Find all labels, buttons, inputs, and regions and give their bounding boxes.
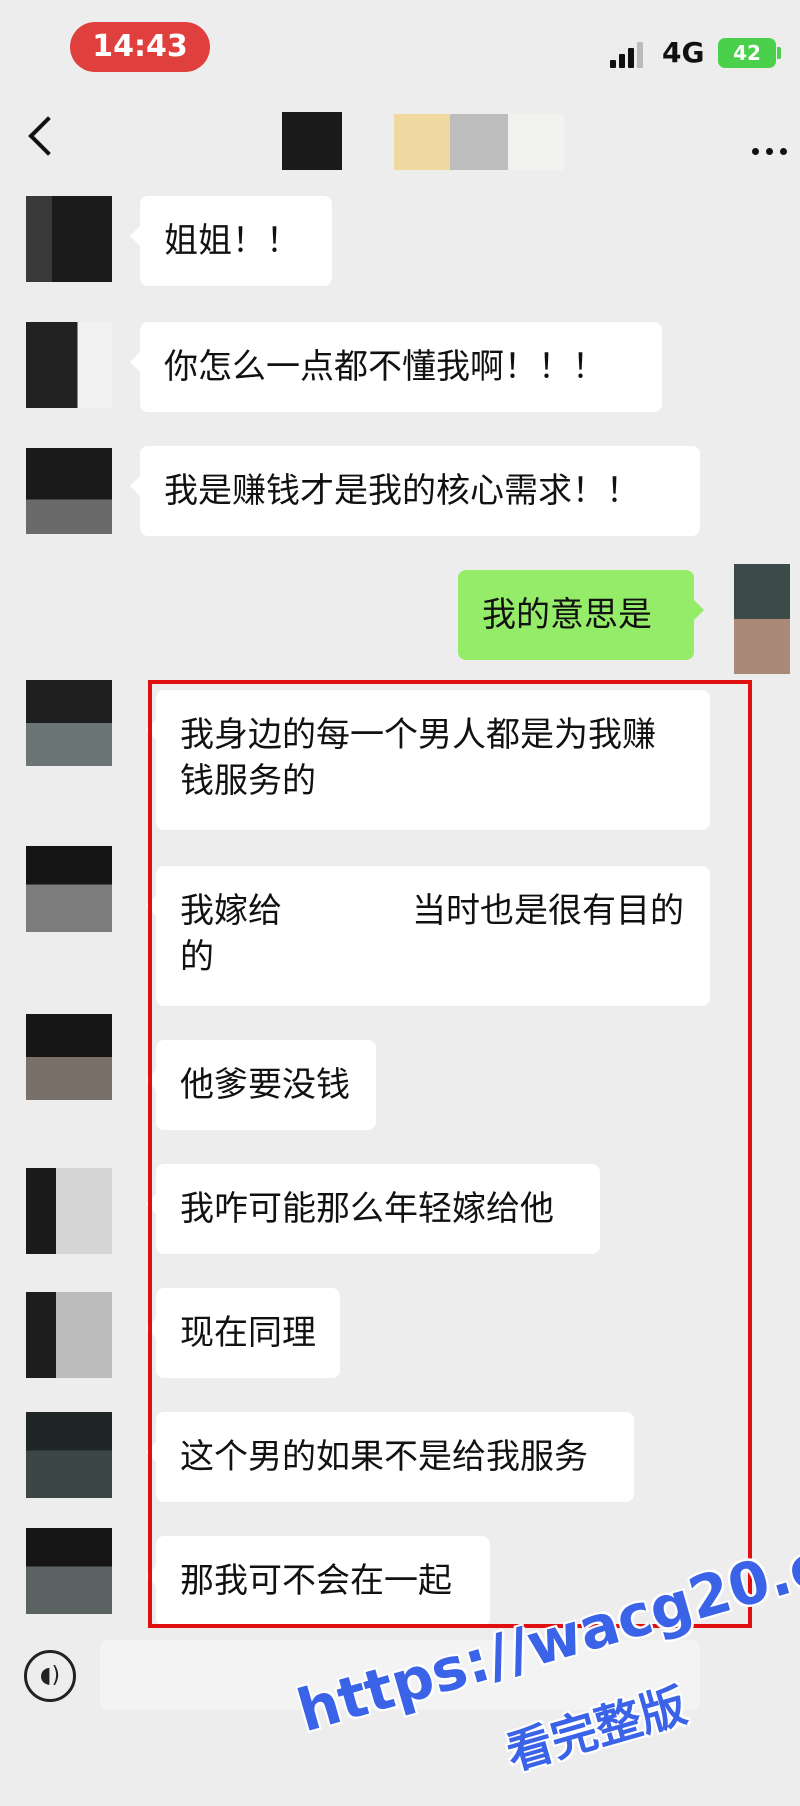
avatar[interactable]	[26, 1412, 112, 1498]
avatar[interactable]	[26, 448, 112, 534]
status-time: 14:43	[70, 22, 210, 72]
avatar[interactable]	[26, 680, 112, 766]
contact-name-redacted-3	[450, 114, 508, 170]
avatar[interactable]	[734, 564, 790, 674]
contact-name-redacted-4	[508, 114, 564, 170]
avatar[interactable]	[26, 846, 112, 932]
signal-icon	[610, 40, 650, 68]
avatar[interactable]	[26, 1528, 112, 1614]
message-bubble[interactable]: 你怎么一点都不懂我啊！！！	[130, 322, 662, 412]
contact-name-redacted-2	[394, 114, 450, 170]
message-bubble[interactable]: 我是赚钱才是我的核心需求！！	[130, 446, 700, 536]
more-icon[interactable]	[752, 140, 794, 159]
avatar[interactable]	[26, 196, 112, 282]
battery-icon: 42	[718, 38, 776, 68]
avatar[interactable]	[26, 1292, 112, 1378]
contact-name-redacted	[282, 112, 342, 170]
avatar[interactable]	[26, 1168, 112, 1254]
highlight-box	[148, 680, 752, 1628]
back-icon[interactable]	[28, 116, 68, 156]
message-bubble[interactable]: 姐姐！！	[130, 196, 332, 286]
network-type: 4G	[662, 36, 705, 69]
voice-input-icon[interactable]: ◖)	[24, 1650, 76, 1702]
avatar[interactable]	[26, 322, 112, 408]
battery-tip	[777, 47, 781, 59]
avatar[interactable]	[26, 1014, 112, 1100]
message-bubble-self[interactable]: 我的意思是	[458, 570, 704, 660]
